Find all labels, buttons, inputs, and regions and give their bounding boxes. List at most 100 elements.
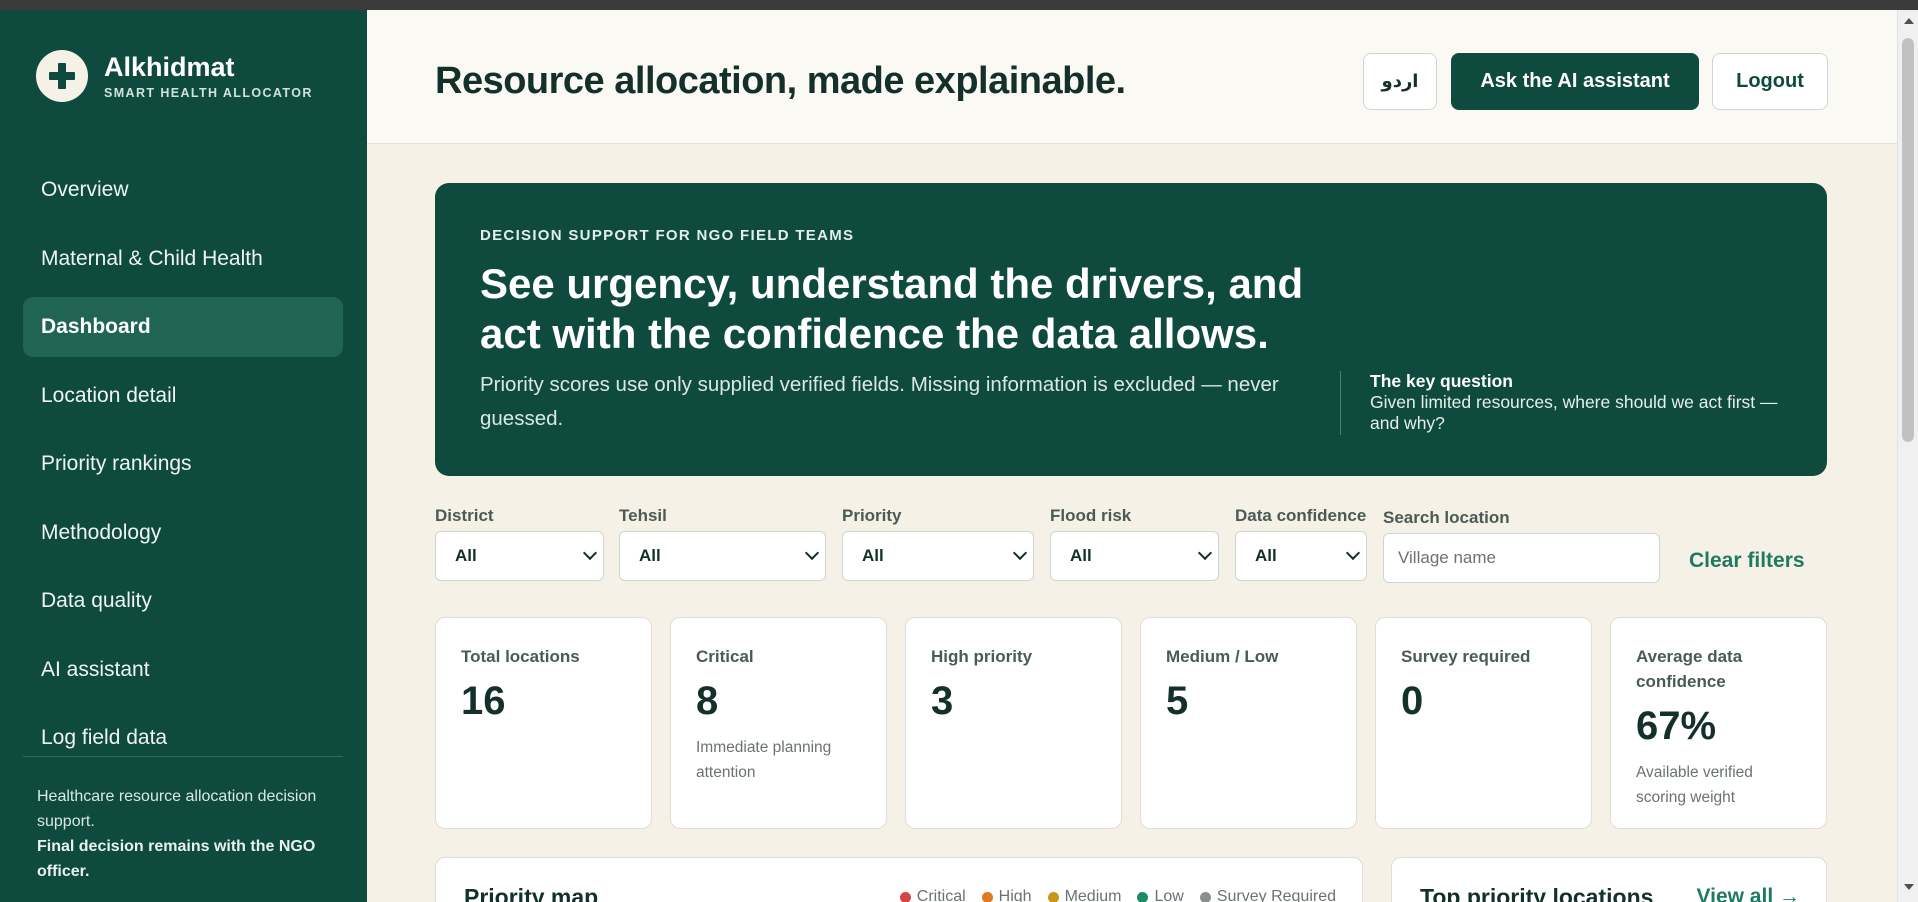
browser-top-bar bbox=[0, 0, 1918, 10]
language-toggle-button[interactable]: اردو bbox=[1363, 53, 1437, 110]
stat-card-survey-required: Survey required 0 bbox=[1375, 617, 1592, 829]
chevron-down-icon bbox=[1345, 545, 1361, 561]
sidebar-item-location-detail[interactable]: Location detail bbox=[23, 366, 343, 426]
stat-card-high-priority: High priority 3 bbox=[905, 617, 1122, 829]
stat-value: 5 bbox=[1166, 679, 1189, 723]
priority-select[interactable]: All bbox=[842, 531, 1034, 581]
legend-item-high: High bbox=[981, 888, 1032, 902]
district-select[interactable]: All bbox=[435, 531, 604, 581]
stat-value: 3 bbox=[931, 679, 954, 723]
stat-value: 67% bbox=[1636, 704, 1717, 748]
stat-note: Immediate planning attention bbox=[696, 739, 832, 781]
sidebar-footer: Healthcare resource allocation decision … bbox=[37, 784, 337, 884]
scroll-down-arrow-icon[interactable] bbox=[1904, 884, 1914, 890]
chevron-down-icon bbox=[1012, 545, 1028, 561]
dot-icon bbox=[981, 891, 993, 902]
sidebar-item-priority-rankings[interactable]: Priority rankings bbox=[23, 434, 343, 494]
stat-label: Critical bbox=[696, 647, 754, 666]
top-priority-locations-title: Top priority locations bbox=[1420, 884, 1654, 902]
brand[interactable]: Alkhidmat SMART HEALTH ALLOCATOR bbox=[36, 50, 313, 102]
page-header: Resource allocation, made explainable. ا… bbox=[367, 10, 1897, 144]
tehsil-label: Tehsil bbox=[619, 506, 667, 525]
ask-ai-assistant-button[interactable]: Ask the AI assistant bbox=[1451, 53, 1699, 110]
priority-map-panel: Priority map Critical High Medium Low Su… bbox=[435, 857, 1363, 902]
dot-icon bbox=[1199, 891, 1211, 902]
data-confidence-select[interactable]: All bbox=[1235, 531, 1367, 581]
sidebar-item-data-quality[interactable]: Data quality bbox=[23, 571, 343, 631]
logout-button[interactable]: Logout bbox=[1712, 53, 1828, 110]
clear-filters-link[interactable]: Clear filters bbox=[1689, 549, 1805, 573]
legend-item-survey-required: Survey Required bbox=[1199, 888, 1336, 902]
stat-label: Average data confidence bbox=[1636, 647, 1743, 691]
sidebar-item-dashboard[interactable]: Dashboard bbox=[23, 297, 343, 357]
map-legend: Critical High Medium Low Survey Required bbox=[884, 888, 1336, 902]
tehsil-select[interactable]: All bbox=[619, 531, 826, 581]
stat-card-medium-low: Medium / Low 5 bbox=[1140, 617, 1357, 829]
legend-label: Critical bbox=[916, 888, 966, 902]
brand-name: Alkhidmat bbox=[104, 52, 235, 82]
stat-value: 16 bbox=[461, 679, 506, 723]
sidebar-item-ai-assistant[interactable]: AI assistant bbox=[23, 640, 343, 700]
dot-icon bbox=[1137, 891, 1149, 902]
hero-banner: DECISION SUPPORT FOR NGO FIELD TEAMS See… bbox=[435, 183, 1827, 476]
sidebar-item-log-field-data[interactable]: Log field data bbox=[23, 708, 343, 768]
plus-cross-icon bbox=[36, 50, 88, 102]
data-confidence-label: Data confidence bbox=[1235, 506, 1367, 525]
page-title: Resource allocation, made explainable. bbox=[435, 60, 1126, 102]
legend-label: Survey Required bbox=[1216, 888, 1336, 902]
hero-divider bbox=[1340, 371, 1341, 435]
sidebar-footer-text: Healthcare resource allocation decision … bbox=[37, 788, 317, 830]
view-all-link[interactable]: View all → bbox=[1697, 885, 1801, 902]
district-label: District bbox=[435, 506, 494, 525]
tehsil-value: All bbox=[639, 546, 661, 565]
key-question: The key question Given limited resources… bbox=[1370, 371, 1790, 434]
search-location-label: Search location bbox=[1383, 508, 1510, 527]
stat-label: Survey required bbox=[1401, 647, 1531, 666]
legend-label: Medium bbox=[1064, 888, 1122, 902]
hero-description: Priority scores use only supplied verifi… bbox=[480, 373, 1279, 430]
legend-label: High bbox=[998, 888, 1032, 902]
top-priority-locations-panel: Top priority locations View all → bbox=[1391, 857, 1827, 902]
data-confidence-value: All bbox=[1255, 546, 1277, 565]
flood-risk-value: All bbox=[1070, 546, 1092, 565]
chevron-down-icon bbox=[804, 545, 820, 561]
priority-map-title: Priority map bbox=[464, 884, 599, 902]
stat-label: High priority bbox=[931, 647, 1033, 666]
page-scrollbar[interactable] bbox=[1897, 10, 1918, 902]
stat-label: Medium / Low bbox=[1166, 647, 1279, 666]
stat-card-average-data-confidence: Average data confidence 67% Available ve… bbox=[1610, 617, 1827, 829]
chevron-down-icon bbox=[582, 545, 598, 561]
scroll-up-arrow-icon[interactable] bbox=[1904, 18, 1914, 24]
priority-label: Priority bbox=[842, 506, 902, 525]
legend-item-low: Low bbox=[1137, 888, 1184, 902]
scrollbar-thumb[interactable] bbox=[1902, 38, 1914, 442]
sidebar-item-methodology[interactable]: Methodology bbox=[23, 503, 343, 563]
sidebar-nav: Overview Maternal & Child Health Dashboa… bbox=[23, 160, 343, 777]
hero-kicker: DECISION SUPPORT FOR NGO FIELD TEAMS bbox=[480, 227, 855, 244]
sidebar-divider bbox=[23, 756, 343, 757]
priority-value: All bbox=[862, 546, 884, 565]
flood-risk-label: Flood risk bbox=[1050, 506, 1132, 525]
stat-card-total-locations: Total locations 16 bbox=[435, 617, 652, 829]
search-location-input[interactable] bbox=[1383, 533, 1660, 583]
stat-note: Available verified scoring weight bbox=[1636, 764, 1753, 806]
hero-title: See urgency, understand the drivers, and… bbox=[480, 260, 1304, 357]
stat-value: 8 bbox=[696, 679, 719, 723]
sidebar-item-overview[interactable]: Overview bbox=[23, 160, 343, 220]
sidebar: Alkhidmat SMART HEALTH ALLOCATOR Overvie… bbox=[0, 10, 367, 902]
stat-card-critical: Critical 8 Immediate planning attention bbox=[670, 617, 887, 829]
legend-item-critical: Critical bbox=[899, 888, 966, 902]
key-question-text: Given limited resources, where should we… bbox=[1370, 392, 1778, 433]
stat-label: Total locations bbox=[461, 647, 580, 666]
chevron-down-icon bbox=[1197, 545, 1213, 561]
dot-icon bbox=[899, 891, 911, 902]
flood-risk-select[interactable]: All bbox=[1050, 531, 1219, 581]
district-value: All bbox=[455, 546, 477, 565]
stat-value: 0 bbox=[1401, 679, 1424, 723]
brand-subtitle: SMART HEALTH ALLOCATOR bbox=[104, 86, 313, 100]
dot-icon bbox=[1047, 891, 1059, 902]
sidebar-item-maternal-child-health[interactable]: Maternal & Child Health bbox=[23, 229, 343, 289]
key-question-title: The key question bbox=[1370, 371, 1513, 391]
sidebar-footer-disclaimer: Final decision remains with the NGO offi… bbox=[37, 838, 316, 880]
legend-label: Low bbox=[1154, 888, 1184, 902]
